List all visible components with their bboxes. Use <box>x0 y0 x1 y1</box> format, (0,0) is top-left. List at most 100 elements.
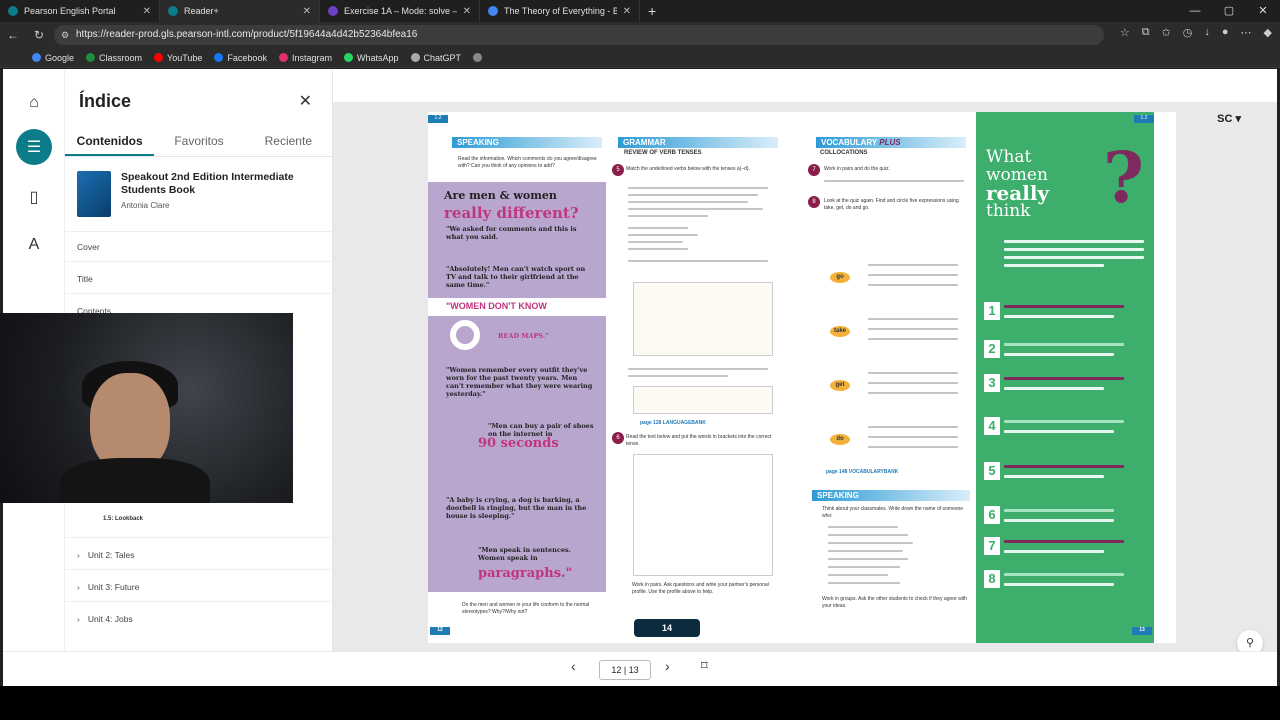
reload-icon[interactable]: ↻ <box>26 28 52 42</box>
text-line <box>628 227 688 229</box>
panel-title: Índice <box>79 91 132 111</box>
next-page-icon[interactable]: › <box>665 658 670 674</box>
quiz-number: 4 <box>984 417 1000 435</box>
quiz-number: 2 <box>984 340 1000 358</box>
book-title: Speakout 2nd Edition Intermediate Studen… <box>121 171 294 196</box>
bookmark-instagram[interactable]: Instagram <box>278 52 332 63</box>
close-window-icon[interactable]: ✕ <box>1246 0 1280 22</box>
text-line <box>868 318 958 320</box>
text-line <box>1004 509 1114 512</box>
rules-box <box>633 386 773 414</box>
quiz-number: 7 <box>984 537 1000 555</box>
poster-quote: "Absolutely! Men can't watch sport on TV… <box>446 265 586 289</box>
text-line <box>1004 583 1114 586</box>
text-line <box>828 550 903 552</box>
table-of-contents-icon[interactable]: ☰ <box>16 129 52 165</box>
toc-item-unit-4[interactable]: › Unit 4: Jobs <box>77 614 133 624</box>
back-icon[interactable]: ← <box>0 28 26 42</box>
chevron-down-icon: ▾ <box>1235 113 1241 125</box>
divider <box>65 261 333 262</box>
close-tab-icon[interactable]: ✕ <box>623 6 631 17</box>
close-tab-icon[interactable]: ✕ <box>143 6 151 17</box>
history-icon[interactable]: ◷ <box>1183 26 1193 39</box>
close-tab-icon[interactable]: ✕ <box>303 6 311 17</box>
window-controls: — ▢ ✕ <box>1178 0 1280 22</box>
text-line <box>868 274 958 276</box>
tab-favoritos[interactable]: Favoritos <box>154 131 243 156</box>
favorites-icon[interactable]: ✩ <box>1162 26 1171 39</box>
right-page: VOCABULARY PLUS COLLOCATIONS 7 Work in p… <box>808 112 1176 643</box>
feature-title: What women really think <box>986 148 1049 220</box>
tab-reciente[interactable]: Reciente <box>244 131 333 156</box>
toc-item-title[interactable]: Title <box>77 274 93 284</box>
webcam-person-body <box>60 458 210 503</box>
exercise-5-badge: 5 <box>612 164 624 176</box>
bookmark-globe[interactable] <box>473 53 483 62</box>
exercise-4b-text: Do the men and women in your life confor… <box>462 602 590 615</box>
page-number-input[interactable]: 12 | 13 <box>599 660 651 680</box>
browser-tab-exercise[interactable]: Exercise 1A – Mode: solve – Unit ✕ <box>320 0 480 22</box>
text-line <box>1004 240 1144 243</box>
tab-contenidos[interactable]: Contenidos <box>65 131 155 156</box>
text-line <box>868 328 958 330</box>
maximize-icon[interactable]: ▢ <box>1212 0 1246 22</box>
extensions-icon[interactable]: ⧉ <box>1142 26 1150 39</box>
divider <box>65 601 333 602</box>
new-tab-icon[interactable]: + <box>640 3 664 19</box>
bookmark-label: Instagram <box>291 52 332 63</box>
text-size-icon[interactable]: A <box>16 227 52 263</box>
language-bank-link[interactable]: page 128 LANGUAGEBANK <box>640 420 706 426</box>
site-info-icon[interactable]: ⚙ <box>61 25 69 45</box>
menu-icon[interactable]: ⋯ <box>1241 26 1252 39</box>
text-line <box>828 534 908 536</box>
text-line <box>628 248 688 250</box>
bookmark-classroom[interactable]: Classroom <box>86 53 142 63</box>
bookmark-label: Facebook <box>227 52 267 63</box>
bookmark-chatgpt[interactable]: ChatGPT <box>410 53 461 63</box>
toc-item-unit-3[interactable]: › Unit 3: Future <box>77 582 139 592</box>
toc-item-cover[interactable]: Cover <box>77 242 100 252</box>
profile-icon[interactable]: ● <box>1222 26 1229 39</box>
minimize-icon[interactable]: — <box>1178 0 1212 22</box>
home-icon[interactable]: ⌂ <box>16 85 52 121</box>
browser-tab-reader[interactable]: Reader+ ✕ <box>160 0 320 22</box>
text-line <box>828 566 900 568</box>
text-line <box>1004 353 1114 356</box>
toc-item-unit-2[interactable]: › Unit 2: Tales <box>77 550 134 560</box>
toc-item-lookback[interactable]: 1.5: Lookback <box>103 516 143 522</box>
whatsapp-icon <box>343 53 353 62</box>
user-menu[interactable]: SC ▾ <box>1217 112 1241 125</box>
bookmark-facebook[interactable]: Facebook <box>214 53 267 63</box>
text-line <box>628 260 768 262</box>
star-icon[interactable]: ☆ <box>1120 26 1130 39</box>
book-icon[interactable]: ▯ <box>16 179 52 215</box>
url-input[interactable]: ⚙ https://reader-prod.gls.pearson-intl.c… <box>54 25 1104 45</box>
bookmark-icon[interactable]: ⌑ <box>701 658 708 674</box>
toc-label: Unit 3: Future <box>87 582 140 592</box>
close-tab-icon[interactable]: ✕ <box>463 6 471 17</box>
copilot-icon[interactable]: ◆ <box>1264 26 1272 39</box>
facebook-icon <box>214 53 224 62</box>
bookmark-youtube[interactable]: YouTube <box>154 53 202 63</box>
vocabulary-bank-link[interactable]: page 148 VOCABULARYBANK <box>826 469 898 475</box>
address-bar-row: ← ↻ ⚙ https://reader-prod.gls.pearson-in… <box>0 22 1280 48</box>
text-line <box>1004 248 1144 251</box>
poster-band-text: "WOMEN DON'T KNOW <box>446 301 547 311</box>
quiz-number: 1 <box>984 302 1000 320</box>
bookmark-whatsapp[interactable]: WhatsApp <box>343 53 399 63</box>
chatgpt-icon <box>410 53 420 62</box>
pearson-favicon-icon <box>8 6 18 16</box>
browser-tab-search[interactable]: The Theory of Everything - Buscar ✕ <box>480 0 640 22</box>
close-panel-icon[interactable]: ✕ <box>299 91 312 111</box>
download-icon[interactable]: ↓ <box>1204 26 1210 39</box>
chevron-right-icon: › <box>77 582 80 592</box>
vocab-plus-label: PLUS <box>879 138 901 147</box>
bookmark-google[interactable]: Google <box>32 53 74 63</box>
exercise-9b-text: Work in groups. Ask the other students t… <box>822 596 967 609</box>
previous-page-icon[interactable]: ‹ <box>571 658 576 674</box>
text-line <box>1004 465 1124 468</box>
book-cover <box>77 171 111 217</box>
text-line <box>628 208 763 210</box>
browser-tab-pearson-portal[interactable]: Pearson English Portal ✕ <box>0 0 160 22</box>
text-line <box>1004 475 1104 478</box>
